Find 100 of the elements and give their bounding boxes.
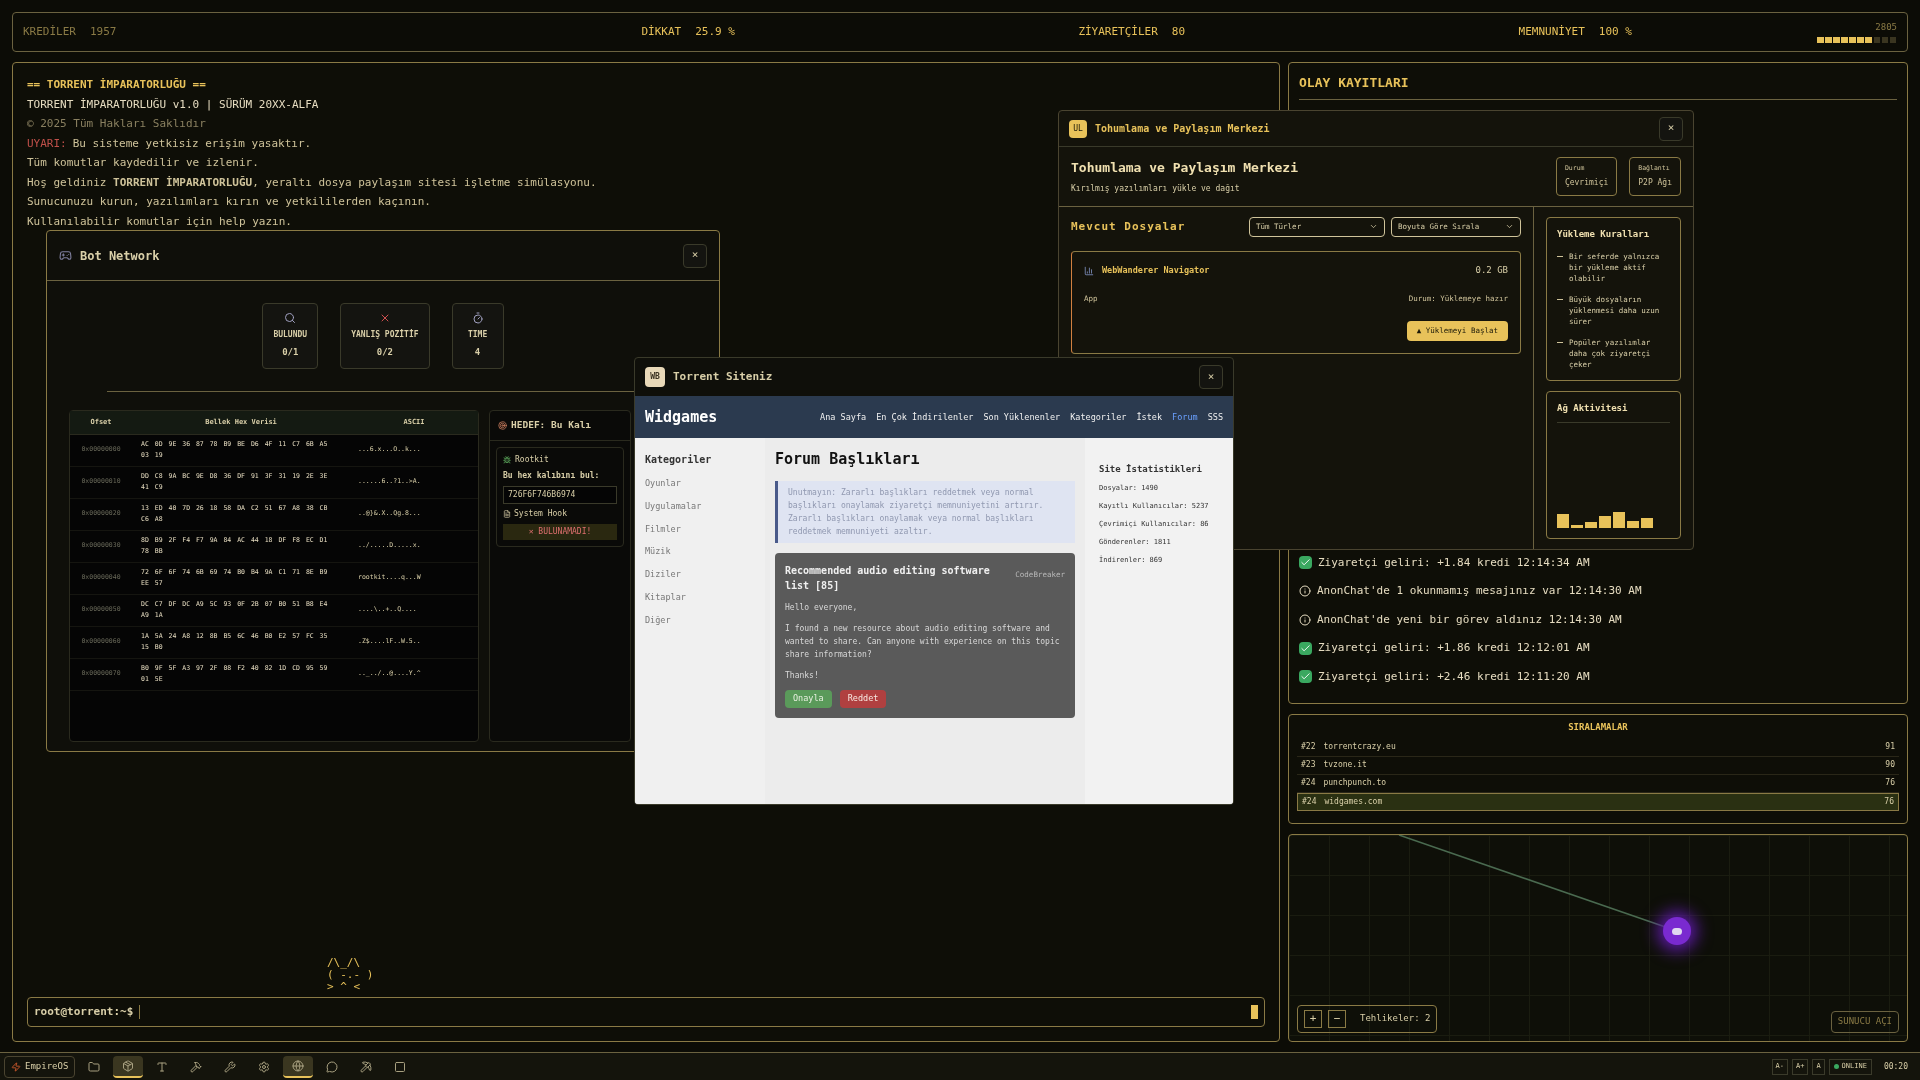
terminal-line: Hoş geldiniz TORRENT İMPARATORLUĞU, yeraltı dosya paylaşım sitesi işletme simülasyonu. — [27, 174, 597, 191]
post-title: Recommended audio editing software list [85] — [785, 563, 991, 593]
site-name: tvzone.it — [1323, 759, 1368, 771]
folder-icon — [88, 1060, 101, 1073]
log-entry: Ziyaretçi geliri: +1.84 kredi 12:14:34 AM — [1318, 554, 1590, 571]
timer-icon — [471, 312, 484, 324]
site-score: 76 — [1884, 795, 1894, 808]
nav-link[interactable]: İstek — [1136, 410, 1163, 424]
site-name: widgames.com — [1324, 795, 1384, 808]
pick-icon — [360, 1060, 373, 1073]
window-title: Tohumlama ve Paylaşım Merkezi — [1095, 122, 1271, 136]
taskbar-app[interactable] — [113, 1055, 144, 1078]
close-button[interactable]: × — [683, 243, 707, 268]
page-heading: Forum Başlıkları — [775, 449, 921, 470]
stat-label: BULUNDU — [273, 329, 308, 341]
log-entry: AnonChat'de 1 okunmamış mesajınız var 12:14:30 AM — [1317, 583, 1642, 599]
notice-text: Unutmayın: Zararlı başlıkları reddetmek veya normal başlıkları onaylamak ziyaretçi memnuniyetini artırır. Zararlı başlıkları onaylamak veya normal başlıkları reddetmek memnuniyeti azaltır. — [775, 480, 1075, 543]
category-link[interactable]: Diziler — [645, 568, 755, 581]
terminal-line: © 2025 Tüm Hakları Saklıdır — [27, 116, 206, 132]
zoom-out-button[interactable]: − — [1328, 1010, 1346, 1028]
log-entry: Ziyaretçi geliri: +1.86 kredi 12:12:01 AM — [1318, 640, 1590, 656]
start-button[interactable]: EmpireOS — [4, 1055, 76, 1078]
section-heading: Tohumlama ve Paylaşım Merkezi — [1071, 158, 1299, 177]
rank-number: #22 — [1301, 741, 1316, 753]
terminal-line: Bu sisteme yetkisiz erişim yasaktır. — [72, 135, 312, 152]
stat-label: TIME — [467, 329, 488, 341]
open-server-button[interactable]: SUNUCU AÇI — [1830, 1011, 1899, 1033]
file-icon — [503, 509, 511, 518]
chat-icon — [326, 1060, 339, 1073]
status-value: Çevrimiçi — [1564, 176, 1609, 189]
gear-icon — [258, 1060, 271, 1073]
tool-icon — [224, 1060, 237, 1073]
window-badge: UL — [1069, 119, 1087, 138]
search-icon — [284, 312, 297, 324]
nav-link[interactable]: Ana Sayfa — [820, 410, 867, 424]
site-score: 76 — [1885, 777, 1895, 789]
ranking-row[interactable]: #23 tvzone.it 90 — [1297, 756, 1899, 775]
terminal-heading: == TORRENT İMPARATORLUĞU == — [27, 77, 206, 93]
ranking-row[interactable]: #24 punchpunch.to 76 — [1297, 774, 1899, 793]
window-title: Bot Network — [80, 247, 161, 265]
target-prompt: Bu hex kalıbını bul: — [503, 469, 601, 482]
log-entry: AnonChat'de yeni bir görev aldınız 12:14:30 AM — [1317, 611, 1622, 628]
hammer-icon — [190, 1060, 203, 1073]
stat-value: 1957 — [90, 23, 117, 40]
log-entry: Ziyaretçi geliri: +2.46 kredi 12:11:20 AM — [1318, 668, 1590, 685]
info-icon — [1299, 585, 1311, 598]
site-name: punchpunch.to — [1323, 777, 1388, 789]
stat-label: DİKKAT — [641, 23, 682, 40]
stat-value: 4 — [474, 346, 481, 359]
category-link[interactable]: Oyunlar — [645, 477, 755, 490]
terminal-line: Tüm komutlar kaydedilir ve izlenir. — [27, 155, 259, 171]
nav-link[interactable]: En Çok İndirilenler — [876, 410, 974, 424]
meter-reading: 2805 — [1875, 21, 1897, 35]
window-badge: WB — [645, 367, 665, 387]
status-value: P2P Ağı — [1638, 176, 1672, 189]
globe-icon — [292, 1059, 305, 1072]
category-link[interactable]: Diğer — [645, 613, 755, 627]
close-button[interactable]: × — [1199, 365, 1223, 389]
taskbar-app[interactable] — [283, 1055, 314, 1078]
nav-link[interactable]: SSS — [1207, 410, 1223, 424]
threat-node[interactable] — [1663, 917, 1691, 945]
category-link[interactable]: Müzik — [645, 545, 755, 558]
nav-link[interactable]: Kategoriler — [1070, 410, 1127, 424]
stat-label: ZİYARETÇİLER — [1078, 23, 1158, 40]
section-heading: Mevcut Dosyalar — [1071, 218, 1187, 235]
command-input[interactable]: root@torrent:~$ — [27, 997, 1265, 1027]
gamepad-icon — [59, 249, 72, 262]
prompt-text: root@torrent:~$ — [34, 1003, 134, 1020]
nav-link[interactable]: Son Yüklenenler — [983, 410, 1061, 424]
card-title: Ağ Aktivitesi — [1557, 402, 1670, 423]
reject-button[interactable]: Reddet — [839, 689, 887, 708]
panel-title: OLAY KAYITLARI — [1299, 73, 1897, 100]
site-score: 90 — [1885, 759, 1895, 771]
target-name: Rootkit — [515, 453, 549, 466]
file-size: 0.2 GB — [1475, 263, 1508, 277]
ranking-row[interactable]: #22 torrentcrazy.eu 91 — [1297, 738, 1899, 757]
lightning-icon — [11, 1061, 21, 1072]
close-button[interactable]: × — [1659, 116, 1683, 141]
zoom-in-button[interactable]: + — [1304, 1010, 1322, 1028]
site-score: 91 — [1885, 741, 1895, 753]
hint-text: System Hook — [514, 507, 567, 520]
category-link[interactable]: Kitaplar — [645, 590, 755, 604]
warning-label: UYARI: — [27, 135, 67, 152]
stat-value: 100 % — [1598, 23, 1632, 40]
target-title: HEDEF: Bu Kalı — [511, 417, 592, 432]
stat-value: 0/2 — [376, 346, 393, 359]
stat-value: 80 — [1171, 23, 1186, 40]
category-link[interactable]: Filmler — [645, 522, 755, 536]
sidebar-title: Kategoriler — [645, 453, 713, 467]
stats-title: Site İstatistikleri — [1099, 463, 1203, 476]
threat-count: Tehlikeler: 2 — [1360, 1012, 1431, 1026]
check-icon — [1299, 670, 1312, 684]
rank-number: #23 — [1301, 759, 1316, 771]
site-brand: Widgames — [645, 406, 719, 428]
pattern-field[interactable]: 726F6F746B6974 — [503, 485, 617, 504]
category-link[interactable]: Uygulamalar — [645, 499, 755, 513]
nav-link[interactable]: Forum — [1172, 410, 1198, 424]
info-icon — [1299, 613, 1311, 626]
stat-label: YANLIŞ POZİTİF — [351, 329, 419, 341]
post-text: Thanks! — [785, 669, 820, 682]
